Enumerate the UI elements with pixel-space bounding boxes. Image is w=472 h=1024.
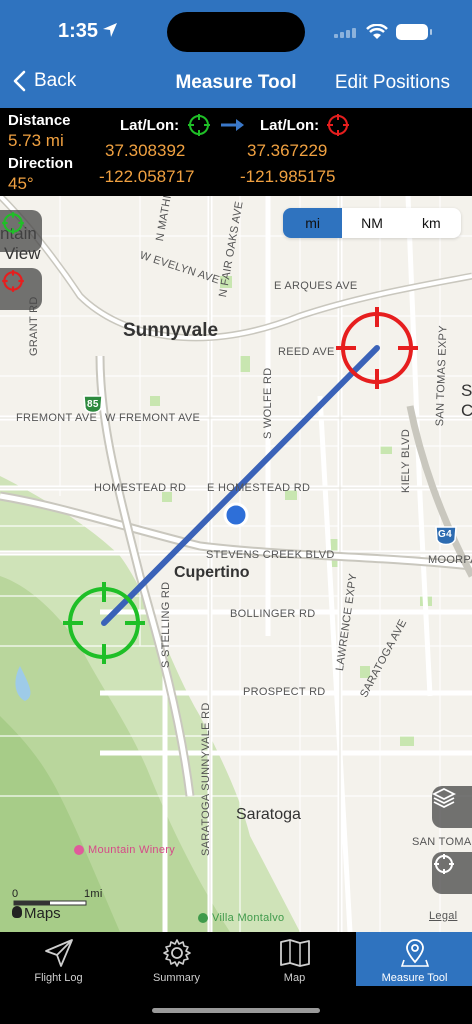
home-indicator bbox=[152, 1008, 320, 1013]
street-label: REED AVE bbox=[278, 346, 335, 358]
street-label: BOLLINGER RD bbox=[230, 608, 316, 620]
start-target-icon bbox=[188, 114, 210, 136]
tab-label: Flight Log bbox=[34, 972, 83, 984]
apple-logo-icon bbox=[12, 906, 22, 918]
back-label: Back bbox=[34, 70, 77, 91]
direction-value: 45° bbox=[8, 174, 34, 193]
tab-summary[interactable]: Summary bbox=[118, 932, 235, 986]
paper-plane-icon bbox=[44, 939, 73, 967]
dynamic-island bbox=[167, 12, 305, 52]
scale-zero: 0 bbox=[12, 888, 19, 900]
arrow-right-icon bbox=[221, 119, 244, 131]
red-target-icon bbox=[2, 270, 24, 292]
distance-label: Distance bbox=[8, 112, 71, 129]
cellular-signal-icon bbox=[334, 28, 356, 38]
legal-link[interactable]: Legal bbox=[429, 910, 457, 922]
map-view[interactable]: Sunnyvale Cupertino Saratoga ntain View … bbox=[0, 196, 472, 932]
wifi-icon bbox=[366, 24, 388, 39]
city-label: C bbox=[461, 401, 472, 420]
street-label: SAN TOMAS bbox=[412, 836, 472, 848]
end-latlon-label: Lat/Lon: bbox=[260, 117, 320, 134]
start-latitude: 37.308392 bbox=[105, 141, 186, 160]
maps-attribution: Maps bbox=[12, 905, 61, 922]
street-label: E HOMESTEAD RD bbox=[207, 482, 311, 494]
poi-villa-montalvo[interactable]: Villa Montalvo bbox=[198, 912, 284, 924]
unit-option-nm[interactable]: NM bbox=[342, 208, 401, 238]
crosshair-icon bbox=[434, 854, 454, 874]
end-target-icon bbox=[327, 114, 349, 136]
status-time: 1:35 bbox=[58, 20, 99, 42]
tab-label: Measure Tool bbox=[381, 972, 448, 984]
city-label: Sunnyvale bbox=[123, 320, 219, 341]
tab-label: Summary bbox=[152, 972, 201, 984]
layers-icon bbox=[432, 787, 456, 809]
city-label: Saratoga bbox=[236, 806, 301, 823]
street-label: KIELY BLVD bbox=[400, 428, 412, 493]
street-label: FREMONT AVE bbox=[16, 412, 98, 424]
tab-map[interactable]: Map bbox=[236, 932, 353, 986]
city-label: Cupertino bbox=[174, 564, 250, 581]
unit-segmented-control[interactable]: mi NM km bbox=[283, 208, 461, 238]
tab-label: Map bbox=[283, 972, 306, 984]
tab-measure-tool[interactable]: Measure Tool bbox=[356, 932, 472, 986]
street-label: S WOLFE RD bbox=[262, 367, 274, 439]
map-pin-icon bbox=[400, 939, 429, 967]
unit-option-mi[interactable]: mi bbox=[283, 208, 343, 238]
measurement-info-bar: Distance 5.73 mi Direction 45° Lat/Lon: … bbox=[0, 108, 472, 196]
street-label: E ARQUES AVE bbox=[274, 280, 358, 292]
highway-shield-label: G4 bbox=[438, 529, 452, 540]
location-arrow-icon bbox=[103, 23, 117, 37]
street-label: MOORPAR bbox=[428, 554, 472, 566]
poi-mountain-winery[interactable]: Mountain Winery bbox=[74, 844, 175, 856]
start-latlon-label: Lat/Lon: bbox=[120, 117, 180, 134]
nav-header: 1:35 Back Measure Tool Edit Positions bbox=[0, 0, 472, 108]
green-target-icon bbox=[2, 212, 24, 234]
locate-end-button[interactable] bbox=[0, 268, 42, 310]
chevron-left-icon bbox=[13, 70, 26, 92]
street-label: SARATOGA SUNNYVALE RD bbox=[200, 702, 212, 856]
street-label: STEVENS CREEK BLVD bbox=[206, 549, 335, 561]
direction-label: Direction bbox=[8, 155, 74, 172]
user-location-dot bbox=[223, 502, 249, 528]
edit-positions-button[interactable]: Edit Positions bbox=[335, 72, 450, 94]
street-label: PROSPECT RD bbox=[243, 686, 326, 698]
distance-value: 5.73 mi bbox=[8, 131, 64, 150]
gear-icon bbox=[162, 939, 191, 967]
street-label: W FREMONT AVE bbox=[105, 412, 201, 424]
folded-map-icon bbox=[279, 939, 310, 967]
street-label: S STELLING RD bbox=[160, 581, 172, 668]
battery-icon bbox=[396, 24, 432, 40]
scale-one-mile: 1mi bbox=[84, 888, 103, 900]
highway-shield-label: 85 bbox=[87, 399, 99, 410]
back-button[interactable]: Back bbox=[12, 70, 76, 92]
pin-icon bbox=[74, 845, 84, 856]
unit-option-km[interactable]: km bbox=[402, 208, 461, 238]
start-longitude: -122.058717 bbox=[99, 167, 195, 186]
locate-start-button[interactable] bbox=[0, 210, 42, 252]
map-layers-button[interactable] bbox=[432, 786, 472, 828]
street-label: HOMESTEAD RD bbox=[94, 482, 187, 494]
tab-flight-log[interactable]: Flight Log bbox=[0, 932, 117, 986]
center-location-button[interactable] bbox=[432, 852, 472, 894]
city-label: S bbox=[461, 381, 472, 400]
end-longitude: -121.985175 bbox=[240, 167, 336, 186]
tree-icon bbox=[198, 913, 208, 924]
end-latitude: 37.367229 bbox=[247, 141, 328, 160]
